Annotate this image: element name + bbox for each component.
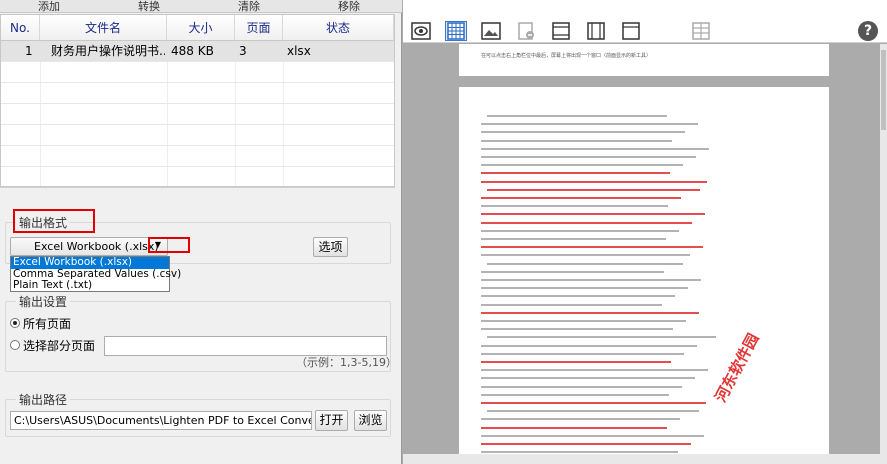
page-text-line: [481, 443, 691, 445]
column-header-size[interactable]: 大小: [167, 15, 235, 41]
row-status: xlsx: [287, 44, 311, 58]
page-text-line: [481, 393, 669, 396]
page-text-line: [481, 402, 706, 404]
page-text-line: [481, 221, 692, 224]
page-text-line: [487, 262, 683, 265]
page-text-line: [481, 426, 667, 429]
grid-view-icon[interactable]: [445, 21, 467, 41]
browse-button[interactable]: 浏览: [354, 410, 387, 431]
page-minus-icon[interactable]: [515, 21, 537, 41]
page-text-line: [481, 361, 671, 363]
viewer-horizontal-scrollbar[interactable]: [403, 454, 887, 464]
page-text-line: [481, 385, 682, 388]
page-text-line: [481, 156, 696, 158]
row-size: 488 KB: [171, 44, 214, 58]
page-text-line: [481, 197, 681, 199]
page-text-line: [487, 115, 667, 117]
page-text-line: [481, 344, 697, 347]
page-text-line: [481, 451, 678, 454]
column-header-pages[interactable]: 页面: [235, 15, 283, 41]
open-button[interactable]: 打开: [315, 410, 348, 431]
page-text-line: [487, 336, 716, 339]
convert-button[interactable]: 转换: [138, 0, 160, 14]
image-icon[interactable]: [480, 21, 502, 41]
table-row[interactable]: 1 财务用户操作说明书... 488 KB 3 xlsx: [1, 41, 394, 62]
eye-icon[interactable]: [410, 21, 432, 41]
page-text-line: [481, 418, 680, 421]
page-text-line: [487, 410, 699, 413]
page-text-line: [481, 246, 703, 249]
watermark-text: 河东软件园: [711, 330, 763, 406]
output-path-label: 输出路径: [16, 391, 71, 408]
output-path-input[interactable]: C:\Users\ASUS\Documents\Lighten PDF to E…: [10, 411, 312, 430]
page-text-line: [481, 180, 707, 183]
file-toolbar: 添加 转换 清除 移除: [0, 0, 402, 13]
page-text-line: [481, 287, 688, 290]
page-text-line: [481, 213, 705, 216]
page-text-line: [481, 352, 684, 355]
column-header-no[interactable]: No.: [1, 15, 40, 41]
format-select[interactable]: Excel Workbook (.xlsx): [10, 237, 168, 256]
page-text-line: [481, 279, 701, 281]
page-text-line: [481, 434, 704, 437]
page-range-example: （示例：1,3-5,19）: [296, 356, 397, 369]
page-text-line: [481, 139, 672, 142]
chevron-down-icon[interactable]: ▼: [151, 238, 165, 252]
pdf-page-1: 在可以点击右上角栏位中最后，屏幕上将出现一个窗口（前面显示的新工具）: [459, 44, 829, 76]
page-text-line: [481, 172, 670, 175]
page-text-line: [481, 123, 698, 126]
page-text-line: [481, 238, 666, 240]
column-header-status[interactable]: 状态: [283, 15, 394, 41]
page-grid-icon[interactable]: [690, 21, 712, 41]
page-top-text: 在可以点击右上角栏位中最后，屏幕上将出现一个窗口（前面显示的新工具）: [481, 53, 652, 59]
output-settings-label: 输出设置: [16, 293, 71, 310]
clear-button[interactable]: 清除: [238, 0, 260, 14]
page-single-icon[interactable]: [620, 21, 642, 41]
page-text-line: [481, 205, 668, 208]
all-pages-radio[interactable]: [10, 318, 20, 328]
format-option-xlsx[interactable]: Excel Workbook (.xlsx): [11, 256, 169, 269]
add-button[interactable]: 添加: [38, 0, 60, 14]
row-pages: 3: [239, 44, 247, 58]
some-pages-label[interactable]: 选择部分页面: [23, 337, 95, 354]
page-text-line: [481, 328, 673, 331]
file-table: No. 文件名 大小 页面 状态 1 财务用户操作说明书... 488 KB 3…: [0, 14, 395, 187]
page-text-line: [481, 303, 662, 306]
pdf-page-2: 河东软件园: [459, 87, 829, 454]
page-fit-icon[interactable]: [550, 21, 572, 41]
page-text-line: [481, 311, 699, 314]
options-button[interactable]: 选项: [313, 237, 348, 257]
page-text-line: [481, 295, 675, 298]
page-text-line: [481, 377, 695, 380]
viewer-toolbar: [403, 0, 887, 43]
viewer-scroll-thumb[interactable]: [881, 50, 886, 130]
page-text-line: [481, 254, 690, 257]
all-pages-label[interactable]: 所有页面: [23, 315, 71, 332]
page-text-line: [481, 147, 709, 150]
page-width-icon[interactable]: [585, 21, 607, 41]
help-icon[interactable]: ?: [858, 21, 878, 41]
page-text-line: [481, 164, 683, 167]
page-text-line: [481, 131, 685, 134]
column-header-filename[interactable]: 文件名: [40, 15, 167, 41]
pdf-viewer[interactable]: 在可以点击右上角栏位中最后，屏幕上将出现一个窗口（前面显示的新工具） 河东软件园: [403, 44, 880, 454]
some-pages-radio[interactable]: [10, 340, 20, 350]
row-number: 1: [25, 44, 33, 58]
row-filename: 财务用户操作说明书...: [51, 44, 165, 58]
table-horizontal-scrollbar[interactable]: [0, 187, 395, 188]
page-text-line: [487, 188, 700, 191]
remove-button[interactable]: 移除: [338, 0, 360, 14]
page-text-line: [481, 369, 708, 372]
converter-panel: 添加 转换 清除 移除 No. 文件名 大小 页面 状态 1 财务用户操作说明书…: [0, 0, 402, 464]
page-text-line: [481, 320, 686, 322]
page-text-line: [481, 229, 679, 232]
format-label-highlight: [13, 209, 95, 233]
page-range-input[interactable]: [104, 336, 387, 356]
page-text-line: [481, 270, 664, 273]
format-dropdown-list: Excel Workbook (.xlsx) Comma Separated V…: [10, 256, 181, 292]
format-option-txt[interactable]: Plain Text (.txt): [11, 279, 169, 292]
